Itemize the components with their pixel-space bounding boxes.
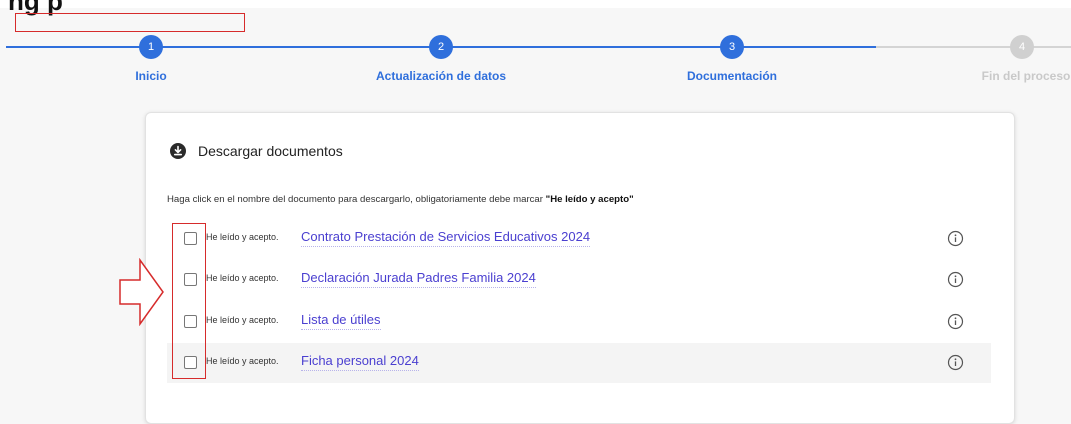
card-header: Descargar documentos — [170, 143, 343, 159]
document-row: He leído y acepto. Lista de útiles — [167, 302, 991, 342]
step-2-circle[interactable]: 2 — [429, 35, 453, 59]
instructions-bold: "He leído y acepto" — [545, 194, 634, 205]
document-link[interactable]: Declaración Jurada Padres Familia 2024 — [301, 270, 536, 288]
step-4-circle: 4 — [1010, 35, 1034, 59]
download-icon — [170, 143, 186, 159]
step-2-label[interactable]: Actualización de datos — [376, 69, 506, 83]
info-icon[interactable] — [947, 354, 964, 371]
accept-label[interactable]: He leído y acepto. — [206, 273, 279, 283]
info-icon[interactable] — [947, 313, 964, 330]
info-icon[interactable] — [947, 230, 964, 247]
step-3-circle[interactable]: 3 — [720, 35, 744, 59]
step-1-circle[interactable]: 1 — [139, 35, 163, 59]
document-row: He leído y acepto. Declaración Jurada Pa… — [167, 260, 991, 300]
document-row: He leído y acepto. Contrato Prestación d… — [167, 219, 991, 259]
instructions-prefix: Haga click en el nombre del documento pa… — [167, 194, 546, 205]
top-bar — [0, 0, 1071, 8]
accept-label[interactable]: He leído y acepto. — [206, 315, 279, 325]
annotation-rectangle — [15, 13, 245, 32]
document-link[interactable]: Lista de útiles — [301, 312, 381, 330]
step-4-label: Fin del proceso — [981, 69, 1071, 83]
stepper-remaining-line — [876, 46, 1071, 48]
info-icon[interactable] — [947, 271, 964, 288]
step-3-label[interactable]: Documentación — [687, 69, 777, 83]
document-row: He leído y acepto. Ficha personal 2024 — [167, 343, 991, 383]
accept-label[interactable]: He leído y acepto. — [206, 232, 279, 242]
document-link[interactable]: Ficha personal 2024 — [301, 353, 419, 371]
checkbox-highlight-box — [172, 223, 206, 379]
accept-label[interactable]: He leído y acepto. — [206, 356, 279, 366]
step-1-label[interactable]: Inicio — [135, 69, 166, 83]
pointer-arrow-icon — [119, 258, 164, 326]
document-link[interactable]: Contrato Prestación de Servicios Educati… — [301, 229, 591, 247]
card-title: Descargar documentos — [198, 143, 343, 159]
download-documents-card: Descargar documentos Haga click en el no… — [145, 112, 1015, 424]
instructions-text: Haga click en el nombre del documento pa… — [167, 194, 634, 205]
